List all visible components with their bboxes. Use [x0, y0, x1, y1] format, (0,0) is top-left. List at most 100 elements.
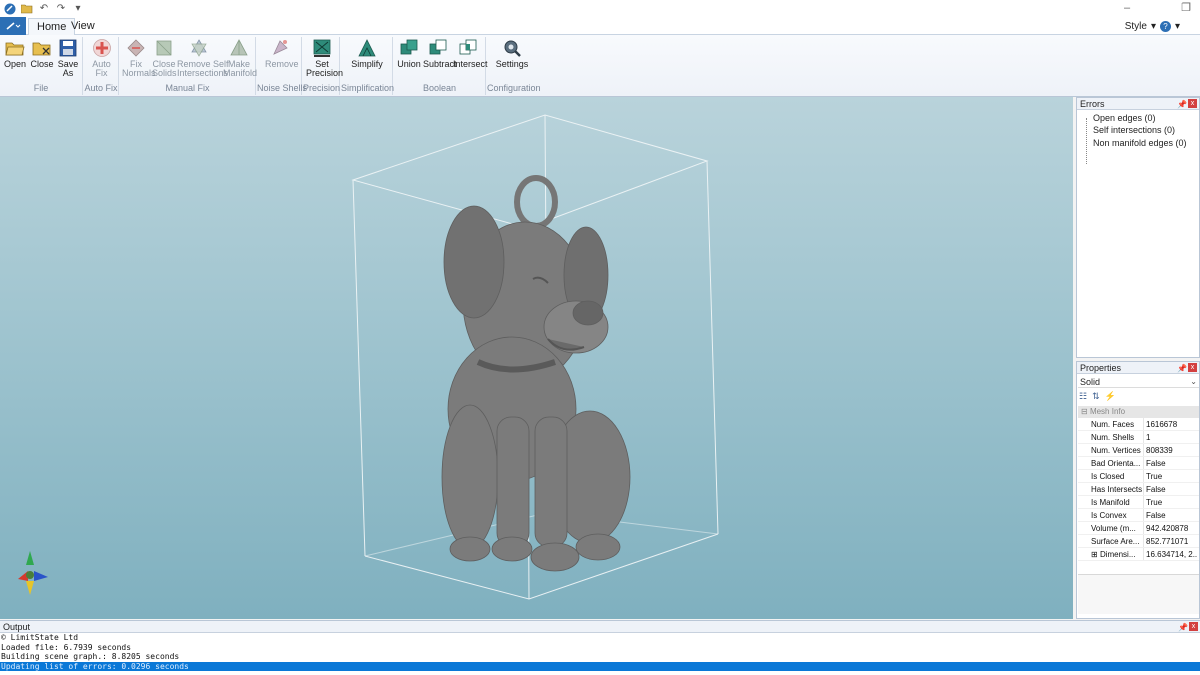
categorized-icon[interactable]: ☷ — [1079, 391, 1087, 403]
output-line: Loaded file: 6.7939 seconds — [1, 642, 132, 652]
events-icon[interactable]: ⚡ — [1105, 391, 1116, 403]
chevron-down-icon: ⌄ — [1190, 377, 1197, 386]
property-row[interactable]: Is Closed True — [1078, 470, 1199, 483]
errors-panel-header: Errors 📌 x — [1077, 98, 1199, 110]
save-icon — [59, 39, 77, 57]
intersect-button[interactable]: Intersect — [453, 38, 488, 69]
property-row[interactable]: Has Intersects False — [1078, 483, 1199, 496]
group-boolean: Union Subtract Intersect Boolean — [394, 37, 488, 95]
group-label-simplification: Simplification — [341, 83, 395, 93]
category-label: Mesh Info — [1089, 407, 1126, 416]
simplify-button[interactable]: Simplify — [349, 38, 385, 69]
auto-fix-button[interactable]: Auto Fix — [89, 38, 114, 78]
object-selector-value: Solid — [1080, 377, 1101, 387]
properties-panel: Properties 📌 x Solid ⌄ ☷ ⇅ ⚡ ⊟ Mesh Info… — [1076, 361, 1200, 619]
property-value: 16.634714, 2... — [1146, 550, 1197, 559]
property-value: False — [1146, 485, 1166, 494]
expand-icon[interactable]: ⊞ — [1091, 550, 1098, 559]
remove-self-intersections-button[interactable]: Remove Self Intersections — [177, 38, 229, 78]
output-line-selected[interactable]: Updating list of errors: 0.0296 seconds — [0, 661, 1200, 671]
property-key-text: Dimensi... — [1099, 550, 1136, 559]
property-description-area — [1078, 574, 1199, 614]
property-row[interactable]: Num. Vertices 808339 — [1078, 444, 1199, 457]
property-row[interactable]: Bad Orienta... False — [1078, 457, 1199, 470]
pin-icon[interactable]: 📌 — [1178, 622, 1188, 634]
error-self-intersections[interactable]: Self intersections (0) — [1093, 125, 1175, 135]
close-folder-icon — [32, 42, 51, 56]
error-open-edges[interactable]: Open edges (0) — [1093, 113, 1156, 123]
save-as-button[interactable]: Save As — [57, 38, 79, 78]
output-panel-header: Output 📌 x — [0, 621, 1200, 633]
union-button[interactable]: Union — [396, 38, 422, 69]
pin-icon[interactable]: 📌 — [1177, 363, 1187, 375]
ribbon-tab-bar: Home View Style ▾ ? ▾ — [0, 17, 1200, 35]
group-precision: Set Precision Precision — [303, 37, 343, 95]
error-non-manifold-edges[interactable]: Non manifold edges (0) — [1093, 138, 1187, 148]
intersect-icon — [459, 39, 477, 55]
set-precision-button[interactable]: Set Precision — [306, 38, 343, 78]
property-value: False — [1146, 511, 1166, 520]
make-manifold-button[interactable]: Make Manifold — [223, 38, 257, 78]
pin-icon[interactable]: 📌 — [1177, 99, 1187, 111]
close-button[interactable]: Close — [29, 38, 55, 69]
close-icon[interactable]: x — [1188, 363, 1197, 372]
properties-panel-header: Properties 📌 x — [1077, 362, 1199, 374]
close-solids-button[interactable]: Close Solids — [152, 38, 177, 78]
property-row[interactable]: Is Convex False — [1078, 509, 1199, 522]
auto-fix-icon — [92, 39, 111, 57]
category-mesh-info[interactable]: ⊟ Mesh Info — [1078, 406, 1199, 418]
property-key: Bad Orienta... — [1078, 457, 1144, 469]
3d-viewport[interactable] — [0, 97, 1073, 619]
property-row[interactable]: ⊞ Dimensi... 16.634714, 2... — [1078, 548, 1199, 561]
output-panel-title: Output — [3, 622, 31, 632]
settings-button[interactable]: Settings — [495, 38, 529, 69]
property-row[interactable]: Volume (m... 942.420878 — [1078, 522, 1199, 535]
group-manual-fix: Fix Normals Close Solids Remove Self Int… — [120, 37, 257, 95]
customize-icon[interactable]: ▾ — [71, 2, 85, 16]
application-menu-button[interactable] — [0, 17, 26, 35]
object-selector[interactable]: Solid ⌄ — [1078, 376, 1199, 388]
alphabetical-icon[interactable]: ⇅ — [1092, 391, 1100, 403]
property-row[interactable]: Is Manifold True — [1078, 496, 1199, 509]
property-value: 1616678 — [1146, 420, 1178, 429]
union-icon — [400, 39, 418, 55]
style-menu[interactable]: Style ▾ ? ▾ — [1125, 19, 1180, 33]
help-icon[interactable]: ? — [1159, 20, 1171, 32]
app-logo-icon[interactable] — [3, 2, 17, 16]
open-button[interactable]: Open — [3, 38, 27, 69]
output-panel: Output 📌 x © LimitState Ltd Loaded file:… — [0, 620, 1200, 675]
settings-gear-icon — [504, 40, 521, 57]
property-key: Is Closed — [1078, 470, 1144, 482]
property-row[interactable]: Num. Faces 1616678 — [1078, 418, 1199, 431]
property-key: Num. Vertices — [1078, 444, 1144, 456]
scene-canvas[interactable] — [0, 97, 1073, 619]
subtract-button[interactable]: Subtract — [423, 38, 457, 69]
property-row[interactable]: Surface Are... 852.771071 — [1078, 535, 1199, 548]
property-key: Num. Shells — [1078, 431, 1144, 443]
restore-icon[interactable]: ❐ — [1179, 1, 1193, 15]
close-icon[interactable]: x — [1188, 99, 1197, 108]
redo-icon[interactable]: ↷ — [54, 2, 68, 16]
property-value: 942.420878 — [1146, 524, 1189, 533]
fix-normals-button[interactable]: Fix Normals — [122, 38, 156, 78]
output-line: Building scene graph.: 8.8205 seconds — [1, 652, 180, 661]
close-icon[interactable]: x — [1189, 622, 1198, 631]
errors-panel-title: Errors — [1080, 99, 1105, 109]
axis-gizmo — [18, 551, 48, 595]
property-value: True — [1146, 472, 1163, 481]
remove-button[interactable]: Remove — [265, 38, 299, 69]
errors-panel: Errors 📌 x Open edges (0) Self intersect… — [1076, 97, 1200, 358]
property-key: Is Manifold — [1078, 496, 1144, 508]
open-folder-icon[interactable] — [20, 2, 34, 16]
remove-self-intersections-label: Remove Self Intersections — [177, 59, 229, 78]
property-row[interactable]: Num. Shells 1 — [1078, 431, 1199, 444]
undo-icon[interactable]: ↶ — [37, 2, 51, 16]
simplify-icon — [358, 39, 376, 57]
union-label: Union — [397, 59, 421, 69]
minimize-icon[interactable]: – — [1120, 1, 1134, 15]
quick-access-toolbar: ↶ ↷ ▾ — [0, 0, 85, 17]
dog-model[interactable] — [441, 175, 631, 572]
property-key: Surface Are... — [1078, 535, 1144, 547]
tab-view[interactable]: View — [63, 18, 103, 35]
group-label-boolean: Boolean — [422, 83, 457, 93]
